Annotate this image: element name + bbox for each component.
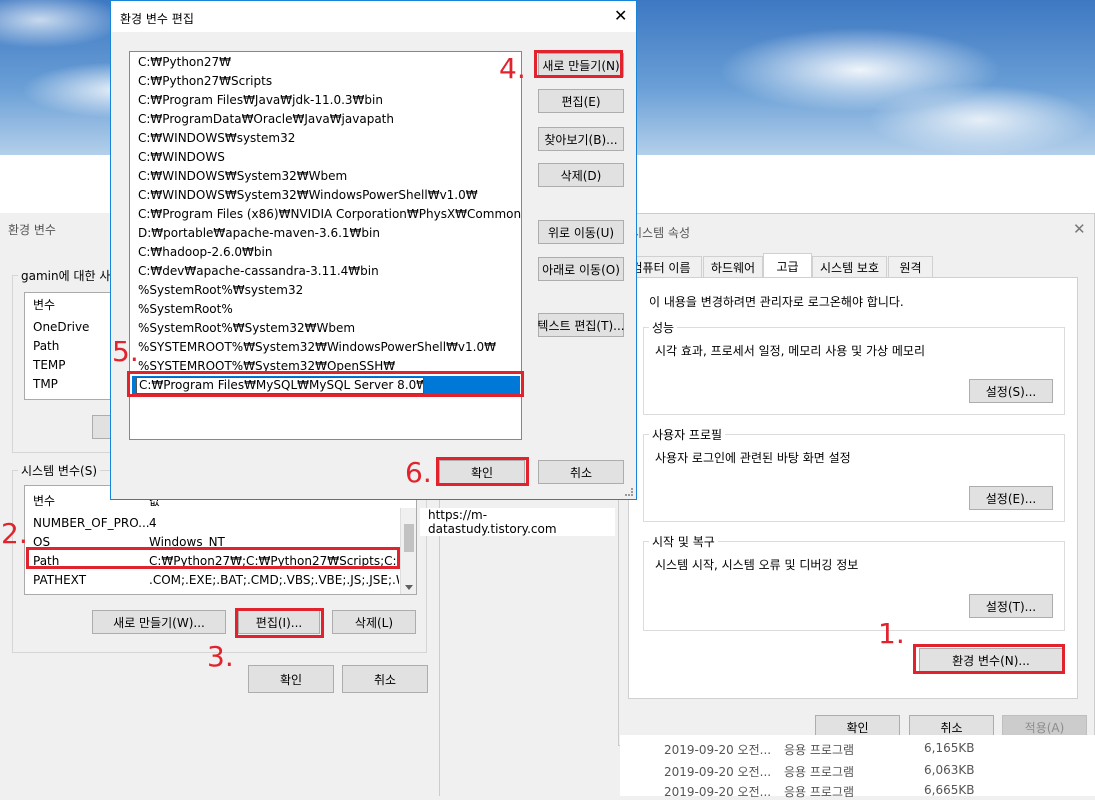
path-item[interactable]: C:₩WINDOWS [138, 150, 225, 164]
env-cancel-button[interactable]: 취소 [342, 665, 428, 693]
admin-note: 이 내용을 변경하려면 관리자로 로그온해야 합니다. [649, 295, 904, 309]
startup-label: 시작 및 복구 [649, 533, 718, 550]
profile-label: 사용자 프로필 [649, 426, 726, 443]
tab-hardware[interactable]: 하드웨어 [703, 256, 763, 277]
path-item[interactable]: %SYSTEMROOT%₩System32₩OpenSSH₩ [138, 359, 395, 373]
step-label-3: 3. [207, 640, 234, 673]
path-item[interactable]: %SystemRoot%₩system32 [138, 283, 303, 297]
path-item[interactable]: C:₩Python27₩Scripts [138, 74, 272, 88]
user-var-row[interactable]: Path [33, 339, 59, 353]
path-item[interactable]: C:₩WINDOWS₩System32₩WindowsPowerShell₩v1… [138, 188, 478, 202]
system-vars-group-label: 시스템 변수(S) [18, 462, 100, 479]
resize-grip-icon[interactable] [625, 488, 633, 496]
profile-desc: 사용자 로그인에 관련된 바탕 화면 설정 [655, 451, 851, 465]
env-window-title: 환경 변수 [8, 223, 56, 237]
performance-label: 성능 [649, 319, 678, 336]
sys-delete-button[interactable]: 삭제(L) [332, 610, 416, 634]
step-label-5: 5. [112, 335, 139, 368]
user-vars-group-label: gamin에 대한 사 [18, 267, 114, 284]
path-item[interactable]: C:₩Program Files₩Java₩jdk-11.0.3₩bin [138, 93, 383, 107]
path-item[interactable]: C:₩WINDOWS₩System32₩Wbem [138, 169, 347, 183]
path-item[interactable]: %SystemRoot% [138, 302, 233, 316]
edit-dialog-title: 환경 변수 편집 [120, 12, 194, 26]
performance-settings-button[interactable]: 설정(S)... [969, 379, 1053, 403]
step-label-2: 2. [1, 517, 28, 550]
delete-path-button[interactable]: 삭제(D) [538, 163, 624, 187]
file-size: 6,063KB [924, 763, 975, 777]
sys-var-name[interactable]: OS [33, 535, 50, 549]
sysprop-title: 시스템 속성 [631, 226, 691, 240]
tab-advanced[interactable]: 고급 [763, 253, 812, 278]
step-label-6: 6. [405, 456, 432, 489]
path-item[interactable]: C:₩WINDOWS₩system32 [138, 131, 295, 145]
env-ok-button[interactable]: 확인 [248, 665, 334, 693]
path-edit-input[interactable]: C:₩Program Files₩MySQL₩MySQL Server 8.0₩… [136, 377, 424, 394]
file-date: 2019-09-20 오전... [664, 765, 772, 779]
tab-system-protection[interactable]: 시스템 보호 [812, 256, 887, 277]
path-item[interactable]: C:₩ProgramData₩Oracle₩Java₩javapath [138, 112, 394, 126]
file-type: 응용 프로그램 [784, 785, 855, 799]
path-item[interactable]: %SystemRoot%₩System32₩Wbem [138, 321, 355, 335]
path-item[interactable]: C:₩hadoop-2.6.0₩bin [138, 245, 272, 259]
step-label-1: 1. [878, 617, 905, 650]
user-list-header: 변수 [33, 298, 56, 312]
edit-path-button[interactable]: 편집(E) [538, 89, 624, 113]
env-variables-button[interactable]: 환경 변수(N)... [919, 648, 1063, 672]
path-item[interactable]: %SYSTEMROOT%₩System32₩WindowsPowerShell₩… [138, 340, 496, 354]
scroll-down-icon[interactable] [405, 585, 413, 590]
move-down-button[interactable]: 아래로 이동(O) [538, 257, 624, 281]
file-type: 응용 프로그램 [784, 743, 855, 757]
sys-header-name: 변수 [33, 494, 56, 508]
startup-desc: 시스템 시작, 시스템 오류 및 디버깅 정보 [655, 558, 859, 572]
path-list[interactable]: C:₩Python27₩ C:₩Python27₩Scripts C:₩Prog… [129, 51, 522, 440]
edit-cancel-button[interactable]: 취소 [538, 460, 624, 484]
profile-settings-button[interactable]: 설정(E)... [969, 486, 1053, 510]
user-var-row[interactable]: TMP [33, 377, 58, 391]
path-item-editing-row[interactable]: C:₩Program Files₩MySQL₩MySQL Server 8.0₩… [132, 376, 520, 395]
system-vars-list[interactable]: 변수 값 NUMBER_OF_PRO... 4 OS Windows_NT Pa… [24, 485, 417, 595]
path-item[interactable]: C:₩Python27₩ [138, 55, 231, 69]
path-item[interactable]: C:₩Program Files (x86)₩NVIDIA Corporatio… [138, 207, 521, 221]
user-vars-button-partial[interactable] [92, 415, 112, 439]
edit-text-button[interactable]: 텍스트 편집(T)... [537, 313, 625, 337]
move-up-button[interactable]: 위로 이동(U) [538, 220, 624, 244]
path-item[interactable]: C:₩dev₩apache-cassandra-3.11.4₩bin [138, 264, 379, 278]
sys-var-value: 4 [149, 516, 157, 530]
file-list-background: 2019-09-20 오전... 응용 프로그램 6,165KB 2019-09… [620, 735, 1095, 799]
file-size: 6,165KB [924, 741, 975, 755]
step-label-4: 4. [499, 52, 526, 85]
new-path-button[interactable]: 새로 만들기(N) [538, 53, 624, 77]
file-size: 6,665KB [924, 783, 975, 797]
user-vars-list[interactable]: 변수 OneDrive Path TEMP TMP [24, 292, 124, 400]
user-var-row[interactable]: TEMP [33, 358, 66, 372]
close-icon[interactable]: ✕ [614, 6, 627, 25]
advanced-tab-panel: 이 내용을 변경하려면 관리자로 로그온해야 합니다. 성능 시각 효과, 프로… [628, 277, 1078, 699]
sys-var-value: C:₩Python27₩;C:₩Python27₩Scripts;C:₩P... [149, 554, 399, 568]
startup-settings-button[interactable]: 설정(T)... [969, 594, 1053, 618]
sys-edit-button[interactable]: 편집(I)... [238, 610, 320, 634]
edit-env-variable-dialog: 환경 변수 편집 ✕ C:₩Python27₩ C:₩Python27₩Scri… [110, 0, 637, 500]
file-type: 응용 프로그램 [784, 765, 855, 779]
file-date: 2019-09-20 오전... [664, 743, 772, 757]
edit-dialog-titlebar: 환경 변수 편집 ✕ [111, 1, 636, 32]
performance-desc: 시각 효과, 프로세서 일정, 메모리 사용 및 가상 메모리 [655, 344, 925, 358]
path-item[interactable]: D:₩portable₩apache-maven-3.6.1₩bin [138, 226, 380, 240]
sys-var-name-path[interactable]: Path [33, 554, 59, 568]
scroll-thumb[interactable] [404, 524, 414, 552]
sys-new-button[interactable]: 새로 만들기(W)... [92, 610, 226, 634]
sys-var-value: .COM;.EXE;.BAT;.CMD;.VBS;.VBE;.JS;.JSE;.… [149, 573, 399, 587]
close-icon[interactable]: ✕ [1073, 220, 1086, 238]
file-date: 2019-09-20 오전... [664, 785, 772, 799]
sys-var-value: Windows_NT [149, 535, 225, 549]
edit-ok-button[interactable]: 확인 [439, 460, 525, 484]
sys-var-name[interactable]: PATHEXT [33, 573, 86, 587]
user-var-row[interactable]: OneDrive [33, 320, 89, 334]
system-vars-scrollbar[interactable] [400, 508, 416, 594]
tab-remote[interactable]: 원격 [888, 256, 933, 277]
browse-button[interactable]: 찾아보기(B)... [538, 127, 624, 151]
blog-watermark-url: https://m-datastudy.tistory.com [420, 508, 615, 536]
sys-var-name[interactable]: NUMBER_OF_PRO... [33, 516, 150, 530]
